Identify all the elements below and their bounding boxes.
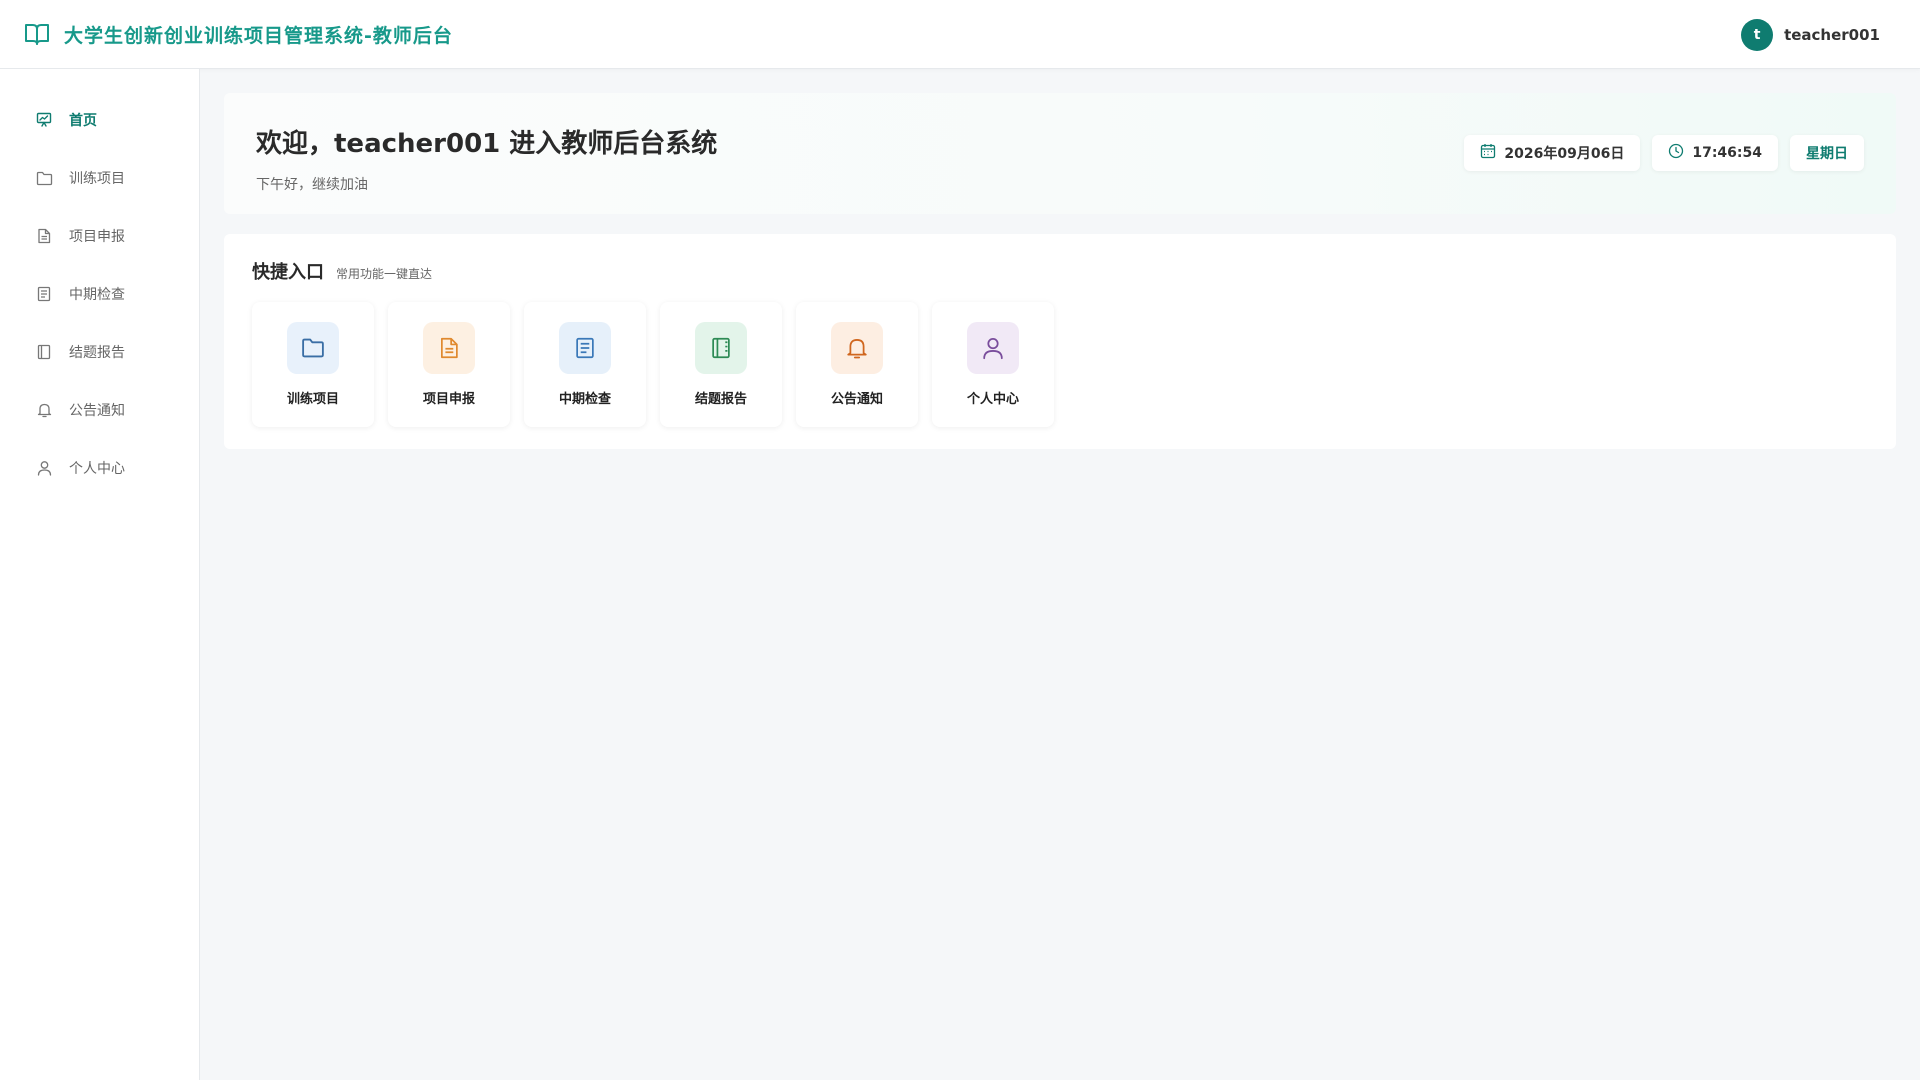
quick-access-header: 快捷入口 常用功能一键直达 <box>252 258 1868 284</box>
bell-icon <box>35 401 53 419</box>
welcome-banner: 欢迎，teacher001 进入教师后台系统 下午好，继续加油 2026年09月… <box>224 93 1896 214</box>
app-title: 大学生创新创业训练项目管理系统-教师后台 <box>64 24 453 47</box>
sidebar: 首页 训练项目 项目申报 中期检查 结题报告 公告通知 个人中心 <box>0 69 200 1080</box>
welcome-subtitle: 下午好，继续加油 <box>256 177 368 193</box>
sidebar-item-label: 结题报告 <box>69 345 125 361</box>
quick-card-label: 个人中心 <box>966 392 1019 407</box>
user-menu[interactable]: t teacher001 <box>1741 0 1880 69</box>
user-icon <box>35 459 53 477</box>
sidebar-item-label: 个人中心 <box>69 461 125 477</box>
quick-card-midterm-check[interactable]: 中期检查 <box>524 302 646 427</box>
avatar[interactable]: t <box>1741 18 1774 51</box>
notebook-icon <box>695 322 747 374</box>
quick-card-announcements[interactable]: 公告通知 <box>796 302 918 427</box>
quick-access-title: 快捷入口 <box>252 262 324 283</box>
weekday-text: 星期日 <box>1806 146 1848 162</box>
document-icon <box>35 227 53 245</box>
sidebar-item-project-application[interactable]: 项目申报 <box>0 207 199 265</box>
list-icon <box>35 285 53 303</box>
sidebar-item-home[interactable]: 首页 <box>0 91 199 149</box>
clock-icon <box>1668 143 1684 163</box>
datetime-chips: 2026年09月06日 17:46:54 星期日 <box>1464 135 1864 171</box>
book-icon <box>24 21 50 47</box>
sidebar-item-label: 训练项目 <box>69 171 125 187</box>
quick-access-subtitle: 常用功能一键直达 <box>336 267 433 281</box>
sidebar-item-label: 中期检查 <box>69 287 125 303</box>
quick-card-personal-center[interactable]: 个人中心 <box>932 302 1054 427</box>
sidebar-item-label: 公告通知 <box>69 403 125 419</box>
sidebar-item-label: 项目申报 <box>69 229 125 245</box>
quick-card-project-application[interactable]: 项目申报 <box>388 302 510 427</box>
quick-card-training-projects[interactable]: 训练项目 <box>252 302 374 427</box>
sidebar-item-announcements[interactable]: 公告通知 <box>0 381 199 439</box>
date-text: 2026年09月06日 <box>1504 146 1625 162</box>
sidebar-item-personal-center[interactable]: 个人中心 <box>0 439 199 497</box>
user-icon <box>967 322 1019 374</box>
time-chip: 17:46:54 <box>1652 135 1778 171</box>
document-icon <box>423 322 475 374</box>
list-icon <box>559 322 611 374</box>
folder-icon <box>287 322 339 374</box>
quick-card-label: 结题报告 <box>694 392 747 407</box>
quick-access-panel: 快捷入口 常用功能一键直达 训练项目 项目申报 中期检查 结题报告 公告通知 个… <box>224 234 1896 449</box>
bell-icon <box>831 322 883 374</box>
quick-card-label: 中期检查 <box>558 392 611 407</box>
time-text: 17:46:54 <box>1692 145 1762 161</box>
quick-card-label: 项目申报 <box>422 392 475 407</box>
sidebar-item-final-report[interactable]: 结题报告 <box>0 323 199 381</box>
main-content: 欢迎，teacher001 进入教师后台系统 下午好，继续加油 2026年09月… <box>224 93 1896 449</box>
chart-icon <box>35 111 53 129</box>
quick-card-label: 训练项目 <box>286 392 339 407</box>
sidebar-item-label: 首页 <box>69 113 97 129</box>
quick-card-final-report[interactable]: 结题报告 <box>660 302 782 427</box>
calendar-icon <box>1480 143 1496 163</box>
top-header: 大学生创新创业训练项目管理系统-教师后台 t teacher001 <box>0 0 1920 69</box>
weekday-chip: 星期日 <box>1790 135 1864 171</box>
brand[interactable]: 大学生创新创业训练项目管理系统-教师后台 <box>24 21 453 48</box>
quick-card-label: 公告通知 <box>830 392 883 407</box>
username[interactable]: teacher001 <box>1784 26 1880 44</box>
sidebar-item-training-projects[interactable]: 训练项目 <box>0 149 199 207</box>
sidebar-item-midterm-check[interactable]: 中期检查 <box>0 265 199 323</box>
folder-icon <box>35 169 53 187</box>
quick-access-cards: 训练项目 项目申报 中期检查 结题报告 公告通知 个人中心 <box>252 302 1868 427</box>
date-chip: 2026年09月06日 <box>1464 135 1641 171</box>
notebook-icon <box>35 343 53 361</box>
